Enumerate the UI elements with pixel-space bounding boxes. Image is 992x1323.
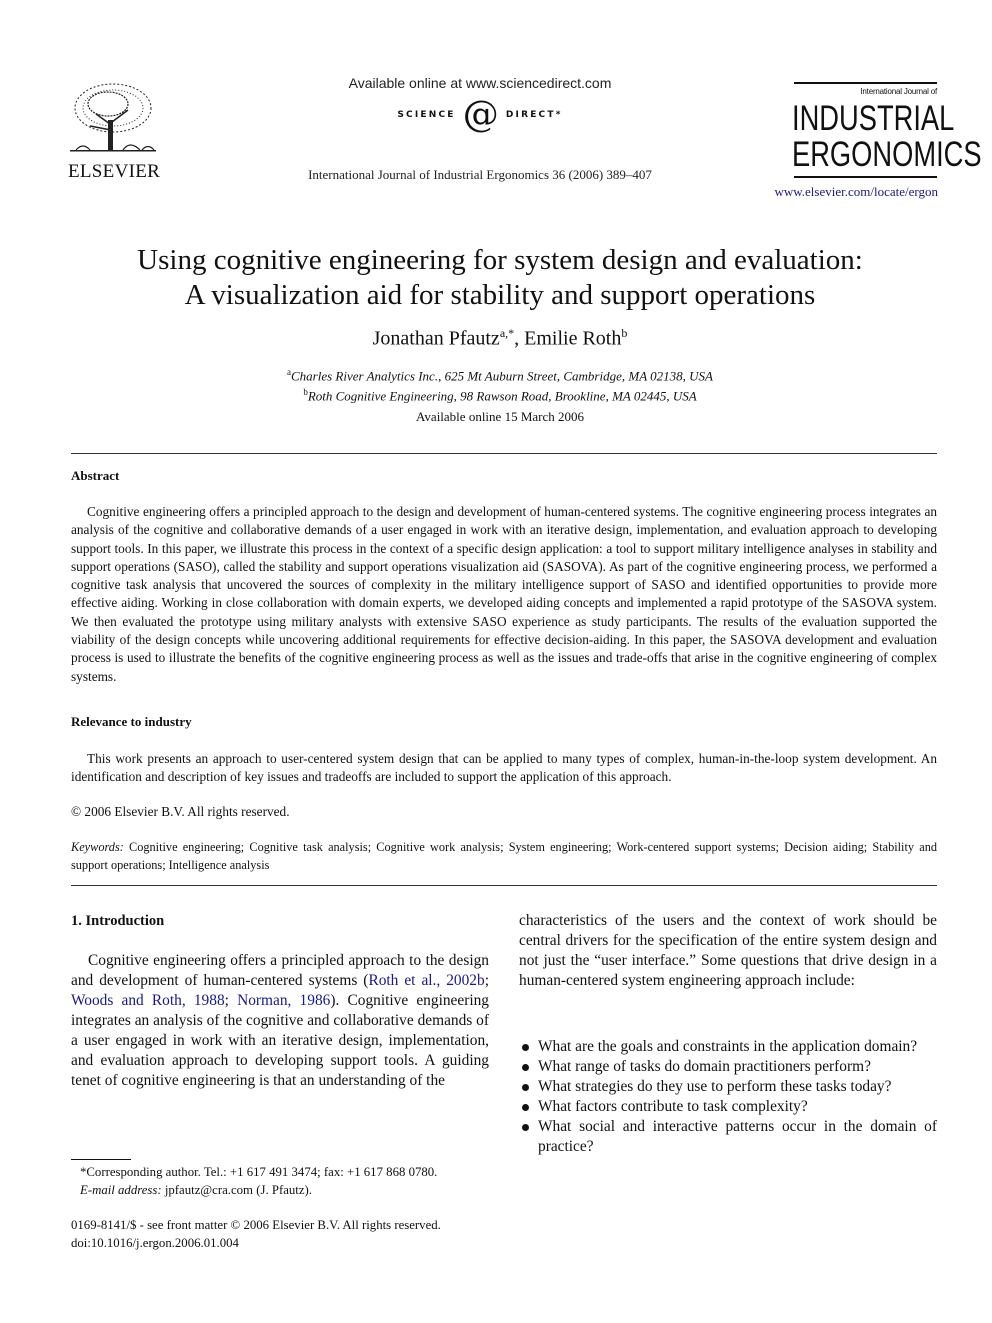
abstract-body: Cognitive engineering offers a principle… bbox=[71, 503, 937, 686]
journal-logo-small-text: International Journal of bbox=[860, 87, 937, 96]
abstract-heading: Abstract bbox=[71, 468, 120, 483]
journal-logo-top-rule bbox=[794, 82, 937, 84]
journal-citation: International Journal of Industrial Ergo… bbox=[308, 167, 652, 182]
issn-notice: 0169-8141/$ - see front matter © 2006 El… bbox=[71, 1218, 441, 1232]
keywords: Keywords: Cognitive engineering; Cogniti… bbox=[71, 839, 937, 874]
list-item-text: What factors contribute to task complexi… bbox=[538, 1098, 808, 1115]
list-item-text: What social and interactive patterns occ… bbox=[538, 1118, 937, 1155]
citation-separator: ; bbox=[484, 972, 489, 989]
bullet-icon bbox=[522, 1044, 529, 1051]
relevance-body: This work presents an approach to user-c… bbox=[71, 750, 937, 787]
list-item-text: What are the goals and constraints in th… bbox=[538, 1038, 918, 1055]
front-matter: 0169-8141/$ - see front matter © 2006 El… bbox=[71, 1216, 441, 1252]
email-label: E-mail address: bbox=[80, 1183, 162, 1197]
list-item: What factors contribute to task complexi… bbox=[519, 1097, 937, 1117]
sciencedirect-left: SCIENCE bbox=[397, 110, 456, 120]
journal-logo-line2: ERGONOMICS bbox=[792, 135, 982, 174]
abstract-text: Cognitive engineering offers a principle… bbox=[71, 504, 937, 684]
citation-link[interactable]: Norman, 1986 bbox=[237, 992, 330, 1009]
keywords-text: Cognitive engineering; Cognitive task an… bbox=[71, 840, 937, 872]
relevance-text: This work presents an approach to user-c… bbox=[71, 751, 937, 785]
sciencedirect-logo: SCIENCE @ DIRECT* bbox=[360, 97, 600, 137]
affiliation-item: bRoth Cognitive Engineering, 98 Rawson R… bbox=[160, 384, 840, 404]
intro-paragraph-continued: characteristics of the users and the con… bbox=[519, 912, 937, 989]
title-line-2: A visualization aid for stability and su… bbox=[184, 279, 816, 311]
affiliation-text: Roth Cognitive Engineering, 98 Rawson Ro… bbox=[307, 388, 697, 404]
copyright-notice: © 2006 Elsevier B.V. All rights reserved… bbox=[71, 804, 290, 819]
sciencedirect-mark: * bbox=[555, 110, 563, 120]
list-item: What are the goals and constraints in th… bbox=[519, 1037, 937, 1057]
left-column: Cognitive engineering offers a principle… bbox=[71, 951, 489, 1091]
author-separator: , bbox=[514, 327, 525, 350]
affiliation-item: aCharles River Analytics Inc., 625 Mt Au… bbox=[160, 364, 840, 384]
doi[interactable]: doi:10.1016/j.ergon.2006.01.004 bbox=[71, 1234, 441, 1252]
title-line-1: Using cognitive engineering for system d… bbox=[137, 244, 863, 276]
elsevier-logo-text: ELSEVIER bbox=[68, 161, 161, 182]
tree-icon bbox=[70, 83, 156, 152]
list-item-text: What strategies do they use to perform t… bbox=[538, 1078, 892, 1095]
author-list: Jonathan Pfautza,*, Emilie Rothb bbox=[200, 326, 800, 351]
available-online-text[interactable]: Available online at www.sciencedirect.co… bbox=[280, 75, 680, 91]
right-column: characteristics of the users and the con… bbox=[519, 911, 937, 991]
question-list: What are the goals and constraints in th… bbox=[519, 1037, 937, 1157]
intro-paragraph: Cognitive engineering offers a principle… bbox=[71, 951, 489, 1091]
keywords-label: Keywords: bbox=[71, 840, 124, 854]
bullet-icon bbox=[522, 1064, 529, 1071]
journal-url-link[interactable]: www.elsevier.com/locate/ergon bbox=[740, 184, 938, 200]
available-date: Available online 15 March 2006 bbox=[416, 409, 584, 424]
bullet-icon bbox=[522, 1084, 529, 1091]
list-item: What social and interactive patterns occ… bbox=[519, 1117, 937, 1157]
list-item: What range of tasks do domain practition… bbox=[519, 1057, 937, 1077]
author-affiliation-mark: a,* bbox=[499, 326, 515, 340]
bullet-icon bbox=[522, 1124, 529, 1131]
footnote-rule bbox=[71, 1159, 131, 1160]
citation-link[interactable]: Roth et al., 2002b bbox=[368, 972, 484, 989]
author-affiliation-mark: b bbox=[621, 326, 628, 340]
affiliations: aCharles River Analytics Inc., 625 Mt Au… bbox=[160, 364, 840, 405]
corresponding-author-note: *Corresponding author. Tel.: +1 617 491 … bbox=[80, 1165, 438, 1179]
affiliation-text: Charles River Analytics Inc., 625 Mt Aub… bbox=[291, 368, 713, 384]
divider bbox=[71, 453, 937, 454]
article-title: Using cognitive engineering for system d… bbox=[80, 243, 920, 313]
citation-link[interactable]: Woods and Roth, 1988 bbox=[71, 992, 225, 1009]
citation-separator: ; bbox=[224, 992, 238, 1009]
journal-logo-line1: INDUSTRIAL bbox=[792, 99, 955, 138]
list-item-text: What range of tasks do domain practition… bbox=[538, 1058, 871, 1075]
introduction-heading: 1. Introduction bbox=[71, 913, 165, 929]
sciencedirect-at-icon: @ bbox=[462, 94, 499, 135]
email-value[interactable]: jpfautz@cra.com (J. Pfautz). bbox=[162, 1183, 312, 1197]
author-name[interactable]: Emilie Roth bbox=[524, 328, 621, 350]
bullet-icon bbox=[522, 1104, 529, 1111]
footnote: *Corresponding author. Tel.: +1 617 491 … bbox=[80, 1163, 437, 1199]
journal-logo-bottom-rule bbox=[794, 176, 937, 178]
divider bbox=[71, 885, 937, 886]
author-name[interactable]: Jonathan Pfautz bbox=[373, 328, 500, 350]
email-note: E-mail address: jpfautz@cra.com (J. Pfau… bbox=[80, 1181, 437, 1199]
sciencedirect-right: DIRECT bbox=[505, 110, 556, 120]
list-item: What strategies do they use to perform t… bbox=[519, 1077, 937, 1097]
relevance-heading: Relevance to industry bbox=[71, 714, 192, 729]
